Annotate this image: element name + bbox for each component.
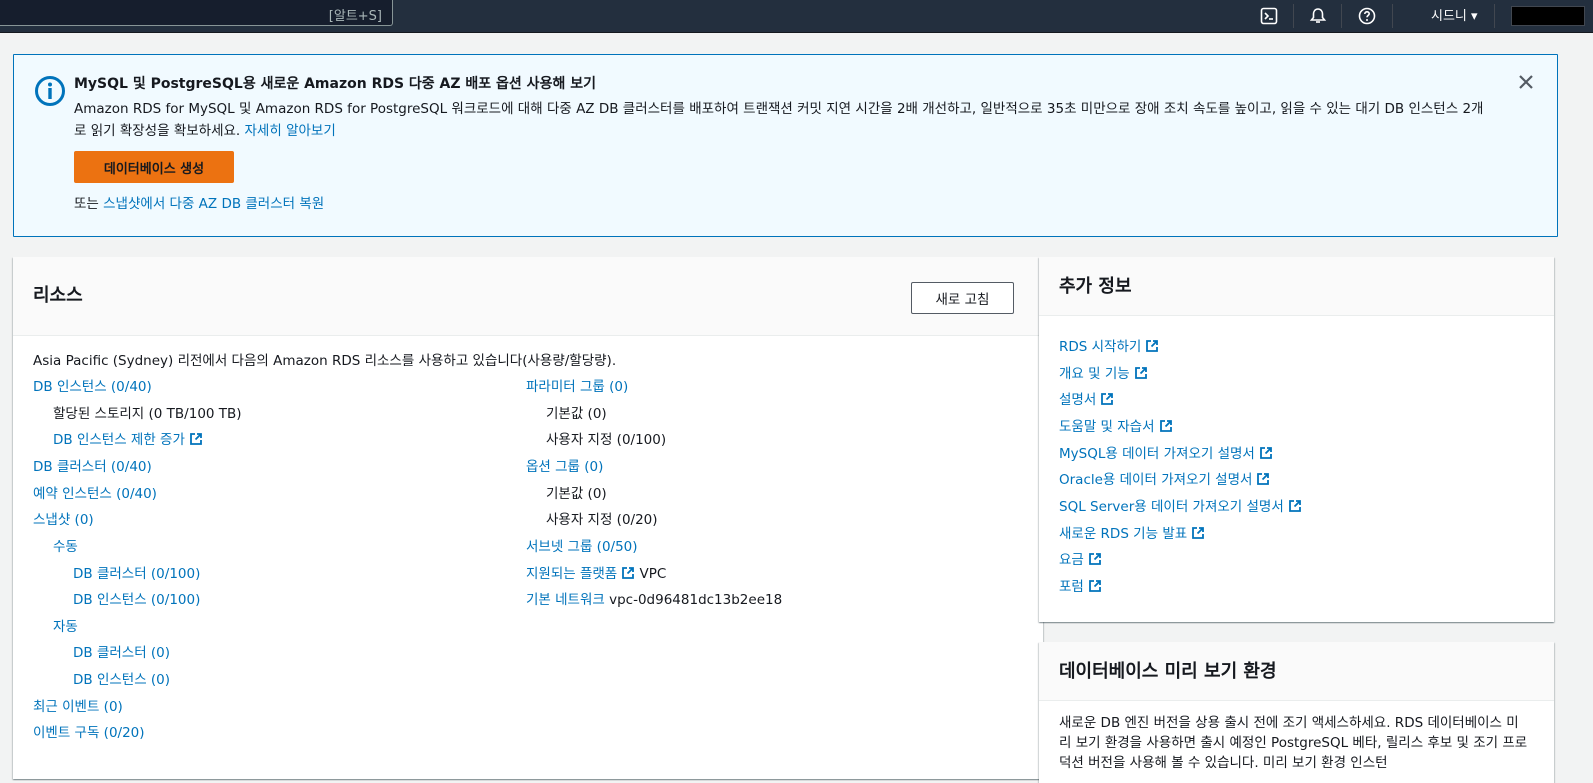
resources-title: 리소스 <box>33 285 83 306</box>
nav-divider <box>1392 4 1393 28</box>
banner-or-text: 또는 스냅샷에서 다중 AZ DB 클러스터 복원 <box>74 196 325 212</box>
notifications-bell-icon[interactable] <box>1307 5 1329 27</box>
more-info-panel: 추가 정보 RDS 시작하기 개요 및 기능 설명서 도움말 및 자습서 MyS… <box>1039 257 1554 622</box>
search-shortcut-hint: [알트+S] <box>328 9 382 24</box>
parameter-groups-default: 기본값 (0) <box>546 406 607 422</box>
manual-db-instances-link[interactable]: DB 인스턴스 (0/100) <box>73 588 200 608</box>
external-link-icon <box>1192 527 1205 539</box>
manual-snapshots-link[interactable]: 수동 <box>53 535 78 555</box>
link-getting-started[interactable]: RDS 시작하기 <box>1059 339 1141 355</box>
option-groups-custom: 사용자 지정 (0/20) <box>546 512 658 528</box>
option-groups-default: 기본값 (0) <box>546 486 607 502</box>
external-link-icon <box>1257 473 1270 485</box>
auto-db-clusters-link[interactable]: DB 클러스터 (0) <box>73 641 170 661</box>
more-info-link[interactable]: MySQL용 데이터 가져오기 설명서 <box>1059 442 1273 462</box>
default-network-link[interactable]: 기본 네트워크 <box>526 592 605 608</box>
close-icon[interactable] <box>1516 72 1536 92</box>
external-link-icon <box>1259 447 1272 459</box>
more-info-header: 추가 정보 <box>1039 257 1554 316</box>
cloudshell-icon[interactable] <box>1258 5 1280 27</box>
parameter-groups-link[interactable]: 파라미터 그룹 (0) <box>526 375 628 395</box>
supported-platforms-value: VPC <box>639 566 667 582</box>
nav-divider <box>1494 4 1495 28</box>
info-icon <box>34 75 66 107</box>
more-info-link[interactable]: 설명서 <box>1059 388 1114 408</box>
preview-title: 데이터베이스 미리 보기 환경 <box>1059 661 1277 682</box>
link-new-features[interactable]: 새로운 RDS 기능 발표 <box>1059 526 1187 542</box>
page-scrollbar-track[interactable] <box>1570 33 1593 783</box>
external-link-icon <box>189 433 202 445</box>
external-link-icon <box>1088 580 1101 592</box>
external-link-icon <box>1288 500 1301 512</box>
banner-text: Amazon RDS for MySQL 및 Amazon RDS for Po… <box>74 101 1484 139</box>
learn-more-link[interactable]: 자세히 알아보기 <box>245 123 336 139</box>
default-network: 기본 네트워크 vpc-0d96481dc13b2ee18 <box>526 588 782 608</box>
account-menu[interactable] <box>1511 6 1585 26</box>
link-help-tutorials[interactable]: 도움말 및 자습서 <box>1059 419 1155 435</box>
banner-title: MySQL 및 PostgreSQL용 새로운 Amazon RDS 다중 AZ… <box>74 76 596 92</box>
region-selector[interactable]: 시드니 ▾ <box>1431 5 1478 24</box>
help-icon[interactable] <box>1356 5 1378 27</box>
resources-header: 리소스 새로 고침 <box>13 257 1043 336</box>
more-info-link[interactable]: SQL Server용 데이터 가져오기 설명서 <box>1059 495 1302 515</box>
more-info-link[interactable]: 새로운 RDS 기능 발표 <box>1059 522 1205 542</box>
database-preview-panel: 데이터베이스 미리 보기 환경 새로운 DB 엔진 버전을 상용 출시 전에 조… <box>1039 642 1554 783</box>
recent-events-link[interactable]: 최근 이벤트 (0) <box>33 695 123 715</box>
nav-divider <box>1293 4 1294 28</box>
auto-db-instances-link[interactable]: DB 인스턴스 (0) <box>73 668 170 688</box>
external-link-icon <box>1134 367 1147 379</box>
reserved-instances-link[interactable]: 예약 인스턴스 (0/40) <box>33 482 157 502</box>
restore-multi-az-link[interactable]: 스냅샷에서 다중 AZ DB 클러스터 복원 <box>103 196 324 212</box>
db-instance-limit-increase-link[interactable]: DB 인스턴스 제한 증가 <box>53 432 185 448</box>
multi-az-info-banner: MySQL 및 PostgreSQL용 새로운 Amazon RDS 다중 AZ… <box>13 54 1558 237</box>
supported-platforms-link[interactable]: 지원되는 플랫폼 <box>526 566 617 582</box>
external-link-icon <box>622 567 635 579</box>
db-clusters-link[interactable]: DB 클러스터 (0/40) <box>33 455 152 475</box>
more-info-link[interactable]: RDS 시작하기 <box>1059 335 1159 355</box>
supported-platforms: 지원되는 플랫폼 VPC <box>526 562 666 582</box>
link-pricing[interactable]: 요금 <box>1059 552 1084 568</box>
preview-header: 데이터베이스 미리 보기 환경 <box>1039 642 1554 701</box>
more-info-link[interactable]: 도움말 및 자습서 <box>1059 415 1173 435</box>
parameter-groups-custom: 사용자 지정 (0/100) <box>546 432 667 448</box>
event-subscriptions-link[interactable]: 이벤트 구독 (0/20) <box>33 721 145 741</box>
resources-intro: Asia Pacific (Sydney) 리전에서 다음의 Amazon RD… <box>33 353 617 369</box>
allocated-storage: 할당된 스토리지 (0 TB/100 TB) <box>53 406 242 422</box>
link-sqlserver-import[interactable]: SQL Server용 데이터 가져오기 설명서 <box>1059 499 1284 515</box>
preview-text: 새로운 DB 엔진 버전을 상용 출시 전에 조기 액세스하세요. RDS 데이… <box>1059 715 1528 771</box>
db-instances-link[interactable]: DB 인스턴스 (0/40) <box>33 375 152 395</box>
more-info-link[interactable]: 요금 <box>1059 548 1102 568</box>
external-link-icon <box>1159 420 1172 432</box>
resources-panel: 리소스 새로 고침 Asia Pacific (Sydney) 리전에서 다음의… <box>13 257 1043 779</box>
link-forums[interactable]: 포럼 <box>1059 579 1084 595</box>
link-overview-features[interactable]: 개요 및 기능 <box>1059 366 1130 382</box>
link-documentation[interactable]: 설명서 <box>1059 392 1096 408</box>
refresh-button[interactable]: 새로 고침 <box>911 282 1014 314</box>
db-instance-limit-increase[interactable]: DB 인스턴스 제한 증가 <box>53 428 203 448</box>
link-mysql-import[interactable]: MySQL용 데이터 가져오기 설명서 <box>1059 446 1255 462</box>
more-info-title: 추가 정보 <box>1059 276 1132 297</box>
subnet-groups-link[interactable]: 서브넷 그룹 (0/50) <box>526 535 638 555</box>
automated-snapshots-link[interactable]: 자동 <box>53 615 78 635</box>
top-navigation: [알트+S] 시드니 ▾ <box>0 0 1593 33</box>
search-input[interactable]: [알트+S] <box>0 0 393 26</box>
external-link-icon <box>1146 340 1159 352</box>
more-info-link[interactable]: 개요 및 기능 <box>1059 362 1148 382</box>
option-groups-link[interactable]: 옵션 그룹 (0) <box>526 455 603 475</box>
manual-db-clusters-link[interactable]: DB 클러스터 (0/100) <box>73 562 200 582</box>
default-network-value: vpc-0d96481dc13b2ee18 <box>609 592 783 608</box>
snapshots-link[interactable]: 스냅샷 (0) <box>33 508 94 528</box>
more-info-link[interactable]: Oracle용 데이터 가져오기 설명서 <box>1059 468 1270 488</box>
link-oracle-import[interactable]: Oracle용 데이터 가져오기 설명서 <box>1059 472 1252 488</box>
external-link-icon <box>1101 393 1114 405</box>
nav-divider <box>1341 4 1342 28</box>
create-database-button[interactable]: 데이터베이스 생성 <box>74 151 234 183</box>
external-link-icon <box>1088 553 1101 565</box>
more-info-link[interactable]: 포럼 <box>1059 575 1102 595</box>
